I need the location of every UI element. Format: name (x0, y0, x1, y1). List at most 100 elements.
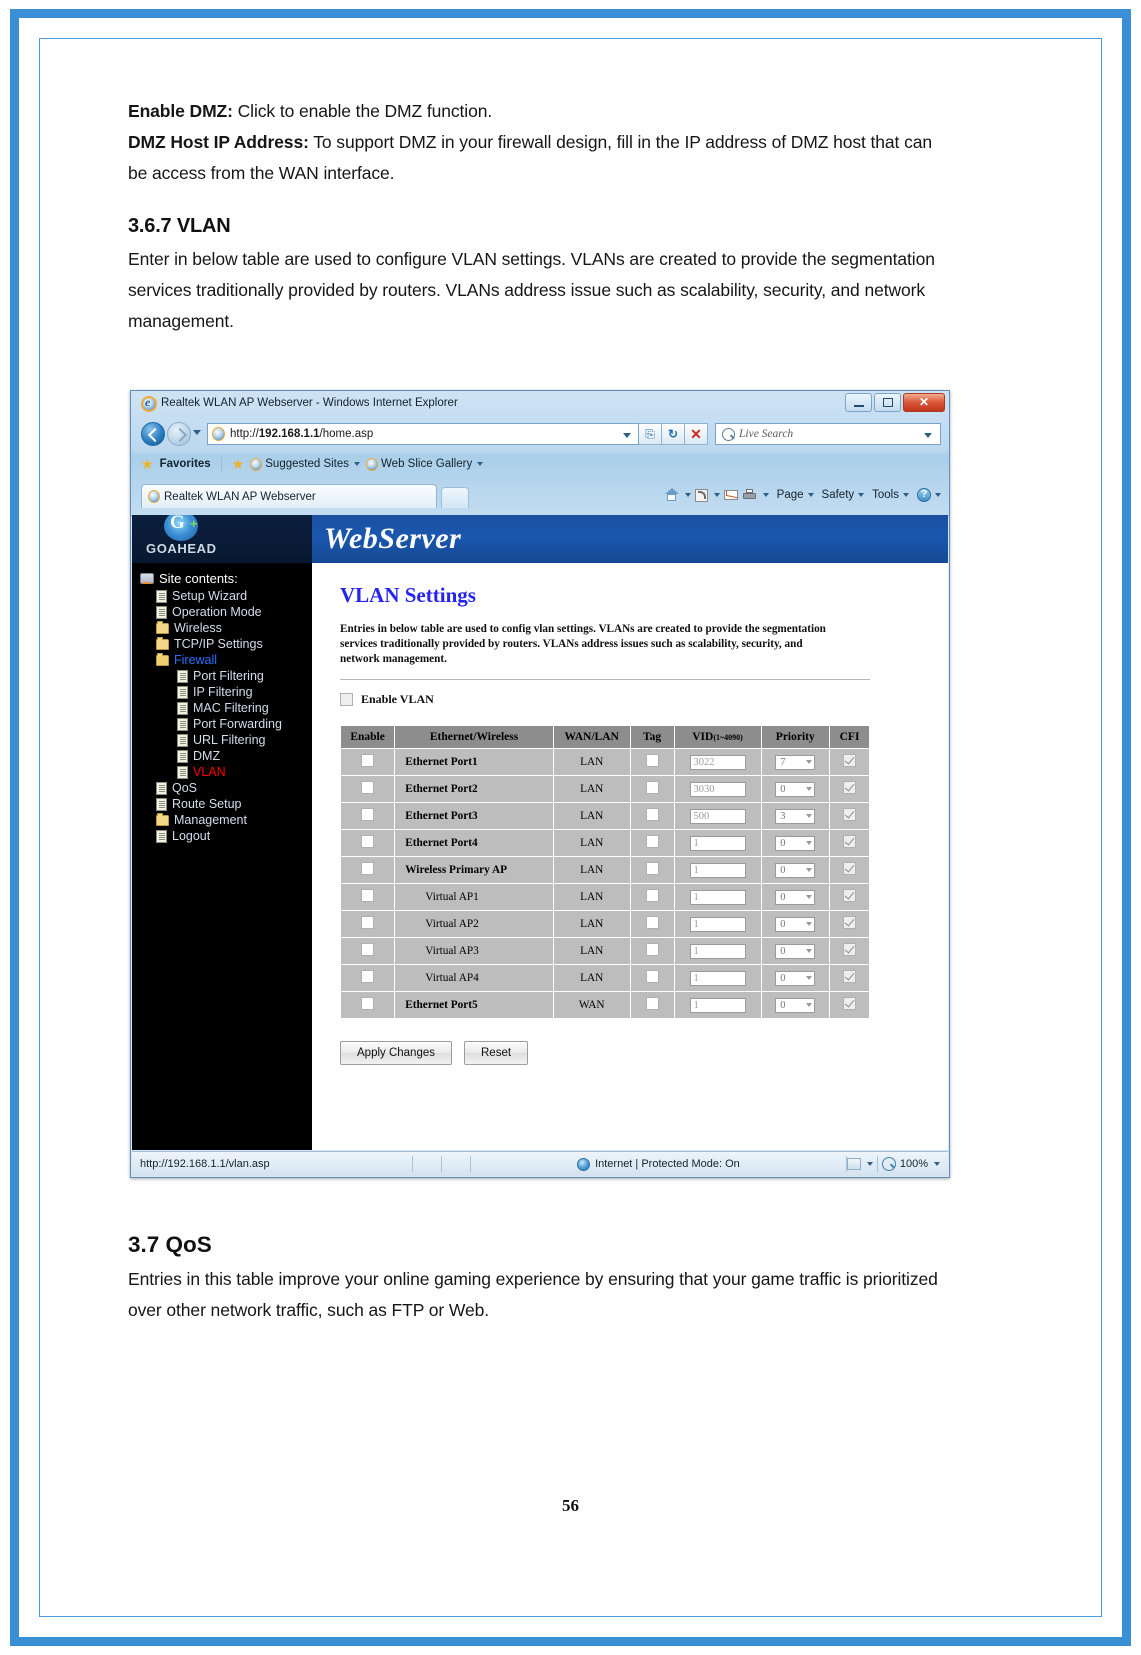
row-cfi-checkbox[interactable] (843, 943, 857, 956)
sidebar-item-url-filtering[interactable]: URL Filtering (132, 732, 312, 748)
vid-input[interactable]: 1 (689, 835, 746, 851)
sidebar-item-wireless[interactable]: Wireless (132, 620, 312, 636)
maximize-button[interactable] (874, 393, 901, 412)
apply-changes-button[interactable]: Apply Changes (340, 1041, 452, 1065)
sidebar-item-qos[interactable]: QoS (132, 780, 312, 796)
chevron-down-icon[interactable] (934, 1162, 940, 1166)
priority-select[interactable]: 0 (775, 781, 816, 797)
row-tag-checkbox[interactable] (645, 889, 659, 902)
priority-select[interactable]: 0 (775, 997, 816, 1013)
sidebar-item-tcp-ip-settings[interactable]: TCP/IP Settings (132, 636, 312, 652)
chevron-down-icon[interactable] (866, 1162, 873, 1166)
row-tag-checkbox[interactable] (645, 835, 659, 848)
row-tag-checkbox[interactable] (645, 754, 659, 767)
address-bar[interactable]: http://192.168.1.1/home.asp (207, 423, 639, 445)
row-tag-checkbox[interactable] (645, 808, 659, 821)
stop-button[interactable]: ✕ (685, 423, 708, 445)
vid-input[interactable]: 1 (689, 862, 746, 878)
row-tag-checkbox[interactable] (645, 943, 659, 956)
sidebar-item-vlan[interactable]: VLAN (132, 764, 312, 780)
row-cfi-checkbox[interactable] (843, 862, 857, 875)
security-zone[interactable]: Internet | Protected Mode: On (471, 1157, 846, 1171)
row-enable-checkbox[interactable] (361, 808, 375, 821)
row-enable-checkbox[interactable] (361, 862, 375, 875)
tools-menu[interactable]: Tools (872, 489, 909, 501)
sidebar-item-ip-filtering[interactable]: IP Filtering (132, 684, 312, 700)
zoom-icon[interactable] (881, 1157, 896, 1171)
suggested-sites-item[interactable]: Suggested Sites (250, 457, 361, 471)
row-cfi-checkbox[interactable] (843, 916, 857, 929)
vid-input[interactable]: 1 (689, 916, 746, 932)
home-icon[interactable] (664, 488, 679, 502)
row-cfi-checkbox[interactable] (843, 754, 857, 767)
priority-select[interactable]: 0 (775, 862, 816, 878)
vid-input[interactable]: 1 (689, 997, 746, 1013)
row-enable-checkbox[interactable] (361, 835, 375, 848)
row-enable-checkbox[interactable] (361, 781, 375, 794)
sidebar-item-firewall[interactable]: Firewall (132, 652, 312, 668)
refresh-button[interactable]: ↻ (662, 423, 685, 445)
row-enable-checkbox[interactable] (361, 754, 375, 767)
priority-select[interactable]: 0 (775, 835, 816, 851)
sidebar-item-port-forwarding[interactable]: Port Forwarding (132, 716, 312, 732)
priority-select[interactable]: 7 (775, 754, 816, 770)
row-tag-checkbox[interactable] (645, 862, 659, 875)
vid-input[interactable]: 1 (689, 889, 746, 905)
row-tag-checkbox[interactable] (645, 997, 659, 1010)
priority-select[interactable]: 0 (775, 916, 816, 932)
print-icon[interactable] (742, 488, 757, 502)
row-enable-checkbox[interactable] (361, 970, 375, 983)
priority-select[interactable]: 0 (775, 970, 816, 986)
priority-select[interactable]: 0 (775, 889, 816, 905)
row-enable-checkbox[interactable] (361, 916, 375, 929)
reset-button[interactable]: Reset (464, 1041, 529, 1065)
address-dropdown-icon[interactable] (623, 433, 631, 438)
row-cfi-checkbox[interactable] (843, 970, 857, 983)
new-tab-button[interactable] (441, 487, 469, 508)
search-provider-dropdown-icon[interactable] (924, 433, 932, 438)
back-button[interactable] (141, 422, 165, 446)
tab-realtek-webserver[interactable]: Realtek WLAN AP Webserver (141, 484, 437, 508)
sidebar-item-mac-filtering[interactable]: MAC Filtering (132, 700, 312, 716)
chevron-down-icon[interactable] (684, 493, 691, 497)
sidebar-item-port-filtering[interactable]: Port Filtering (132, 668, 312, 684)
forward-button[interactable] (167, 422, 191, 446)
sidebar-item-logout[interactable]: Logout (132, 828, 312, 844)
row-cfi-checkbox[interactable] (843, 808, 857, 821)
vid-input[interactable]: 1 (689, 943, 746, 959)
help-menu[interactable]: ? (917, 488, 941, 502)
row-cfi-checkbox[interactable] (843, 781, 857, 794)
web-slice-gallery-item[interactable]: Web Slice Gallery (366, 457, 484, 471)
sidebar-item-management[interactable]: Management (132, 812, 312, 828)
rss-feeds-icon[interactable] (694, 488, 708, 502)
sidebar-item-dmz[interactable]: DMZ (132, 748, 312, 764)
search-box[interactable]: Live Search (715, 423, 941, 445)
close-button[interactable]: ✕ (903, 393, 945, 412)
row-tag-checkbox[interactable] (645, 916, 659, 929)
row-enable-checkbox[interactable] (361, 889, 375, 902)
safety-menu[interactable]: Safety (822, 489, 865, 501)
page-menu[interactable]: Page (777, 489, 814, 501)
priority-select[interactable]: 0 (775, 943, 816, 959)
row-enable-checkbox[interactable] (361, 943, 375, 956)
add-to-favorites-icon[interactable]: ★ (232, 457, 245, 471)
favorites-button[interactable]: Favorites (160, 458, 211, 470)
compatibility-view-button[interactable]: ⎘ (639, 423, 662, 445)
row-tag-checkbox[interactable] (645, 781, 659, 794)
vid-input[interactable]: 3022 (689, 754, 746, 770)
row-cfi-checkbox[interactable] (843, 997, 857, 1010)
priority-select[interactable]: 3 (775, 808, 816, 824)
row-enable-checkbox[interactable] (361, 997, 375, 1010)
sidebar-item-operation-mode[interactable]: Operation Mode (132, 604, 312, 620)
sidebar-item-setup-wizard[interactable]: Setup Wizard (132, 588, 312, 604)
chevron-down-icon[interactable] (713, 493, 720, 497)
protected-mode-icon[interactable] (846, 1158, 861, 1170)
recent-pages-chevron-icon[interactable] (193, 430, 201, 435)
sidebar-item-route-setup[interactable]: Route Setup (132, 796, 312, 812)
row-tag-checkbox[interactable] (645, 970, 659, 983)
row-cfi-checkbox[interactable] (843, 835, 857, 848)
chevron-down-icon[interactable] (762, 493, 769, 497)
row-cfi-checkbox[interactable] (843, 889, 857, 902)
enable-vlan-checkbox[interactable] (340, 693, 353, 706)
vid-input[interactable]: 500 (689, 808, 746, 824)
